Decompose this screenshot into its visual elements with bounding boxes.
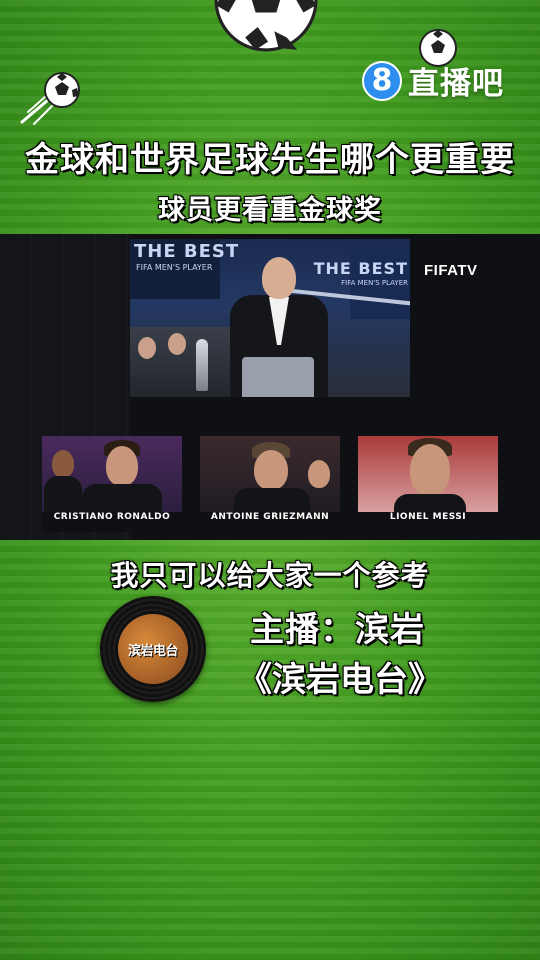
nominee-suit [394,494,466,514]
nominee-photo [358,436,498,514]
radio-vinyl-avatar[interactable]: 滨岩电台 [100,596,206,702]
audience-face [52,450,74,478]
audience-face [138,337,156,359]
nominee-suit [234,488,310,514]
stage-banner-left: THE BEST [134,241,240,262]
nominee-card: CRISTIANO RONALDO [42,436,182,532]
nominee-name: LIONEL MESSI [358,512,498,532]
audience-face [308,460,330,488]
stage-banner-left-sub: FIFA MEN'S PLAYER [136,263,213,272]
audience-suit [44,476,82,512]
podium [242,357,314,397]
vinyl-label: 滨岩电台 [118,614,188,684]
flying-ball-icon [20,72,80,125]
nominee-card: LIONEL MESSI [358,436,498,532]
host-station: 《滨岩电台》 [238,660,442,700]
trophy-icon [196,339,208,391]
nominee-face [410,444,450,496]
headline-title: 金球和世界足球先生哪个更重要 [25,140,515,180]
brand-logo: 8 直播吧 [362,58,504,103]
nominee-card: ANTOINE GRIEZMANN [200,436,340,532]
nominee-face [106,446,138,486]
audience-face [168,333,186,355]
brand-name: 直播吧 [408,66,504,102]
nominee-face [254,450,288,490]
reference-caption: 我只可以给大家一个参考 [110,559,430,592]
vinyl-label-text: 滨岩电台 [127,643,179,659]
nominee-photo [42,436,182,514]
nominee-name: CRISTIANO RONALDO [42,512,182,532]
audience-group [130,327,230,397]
host-anchor: 主播：滨岩 [250,610,425,650]
soccer-ball-icon [214,0,318,52]
nominee-suit [82,484,162,514]
speaker-head [262,257,296,299]
brand-number: 8 [362,60,402,101]
nominee-photo [200,436,340,514]
broadcaster-logo: FIFATV [424,262,478,279]
video-player[interactable]: THE BEST FIFA MEN'S PLAYER THE BEST FIFA… [0,234,540,540]
video-frame-ceremony: THE BEST FIFA MEN'S PLAYER THE BEST FIFA… [130,239,410,397]
nominee-name: ANTOINE GRIEZMANN [200,512,340,532]
headline-subtitle: 球员更看重金球奖 [158,195,382,226]
stage-banner-right-sub: FIFA MEN'S PLAYER [341,279,408,287]
stage-banner-right: THE BEST [313,259,408,278]
